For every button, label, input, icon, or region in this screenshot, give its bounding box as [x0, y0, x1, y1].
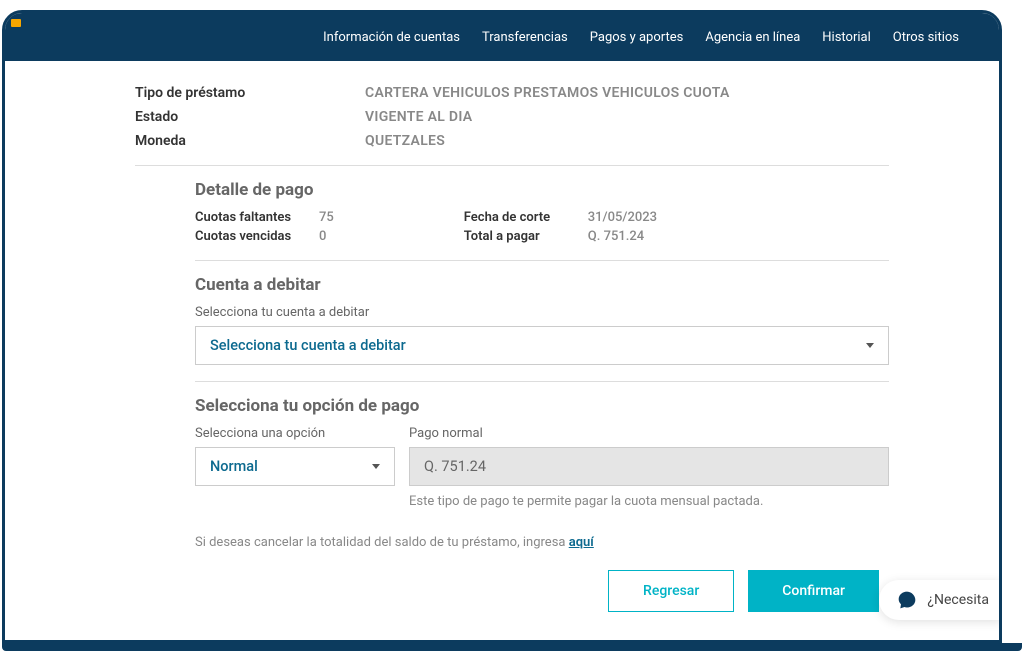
total-pay-label: Total a pagar: [464, 229, 574, 244]
loan-currency-row: Moneda QUETZALES: [135, 129, 889, 153]
total-pay-value: Q. 751.24: [588, 229, 644, 244]
confirm-button[interactable]: Confirmar: [748, 570, 879, 612]
chat-icon: [897, 590, 917, 610]
payment-amount-input: Q. 751.24: [409, 447, 889, 486]
debit-account-selected: Selecciona tu cuenta a debitar: [210, 337, 406, 354]
loan-status-value: VIGENTE AL DIA: [365, 109, 472, 125]
nav-item-agencia-linea[interactable]: Agencia en línea: [705, 30, 800, 45]
payment-amount-field-label: Pago normal: [409, 426, 889, 441]
payment-option-selected: Normal: [210, 458, 258, 475]
nav-item-pagos-aportes[interactable]: Pagos y aportes: [590, 30, 684, 45]
cancel-loan-note: Si deseas cancelar la totalidad del sald…: [195, 535, 889, 550]
chat-widget[interactable]: ¿Necesita: [879, 580, 1001, 620]
payment-option-field-label: Selecciona una opción: [195, 426, 395, 441]
app-window: Información de cuentas Transferencias Pa…: [2, 10, 1002, 643]
debit-account-select[interactable]: Selecciona tu cuenta a debitar: [195, 326, 889, 365]
main-nav: Información de cuentas Transferencias Pa…: [323, 30, 959, 45]
chevron-down-icon: [372, 464, 380, 469]
main-content: Tipo de préstamo CARTERA VEHICULOS PREST…: [5, 61, 999, 640]
laptop-base: [2, 643, 1022, 651]
back-button[interactable]: Regresar: [608, 570, 734, 612]
loan-status-row: Estado VIGENTE AL DIA: [135, 105, 889, 129]
loan-type-row: Tipo de préstamo CARTERA VEHICULOS PREST…: [135, 81, 889, 105]
divider: [195, 260, 889, 261]
cutoff-date-value: 31/05/2023: [588, 210, 657, 225]
payment-option-select[interactable]: Normal: [195, 447, 395, 486]
nav-item-info-cuentas[interactable]: Información de cuentas: [323, 30, 460, 45]
pending-quotas-label: Cuotas faltantes: [195, 210, 305, 225]
inner-panel: Detalle de pago Cuotas faltantes 75 Cuot…: [135, 166, 889, 612]
chat-widget-text: ¿Necesita: [927, 592, 989, 608]
overdue-quotas-label: Cuotas vencidas: [195, 229, 305, 244]
loan-type-label: Tipo de préstamo: [135, 85, 365, 101]
loan-status-label: Estado: [135, 109, 365, 125]
debit-account-field-label: Selecciona tu cuenta a debitar: [195, 305, 889, 320]
loan-type-value: CARTERA VEHICULOS PRESTAMOS VEHICULOS CU…: [365, 85, 730, 101]
section-title-cuenta-debitar: Cuenta a debitar: [195, 275, 889, 295]
detail-grid: Cuotas faltantes 75 Cuotas vencidas 0 Fe…: [195, 210, 889, 244]
cancel-loan-link[interactable]: aquí: [569, 535, 594, 550]
cancel-note-prefix: Si deseas cancelar la totalidad del sald…: [195, 535, 569, 550]
cutoff-date-label: Fecha de corte: [464, 210, 574, 225]
loan-currency-value: QUETZALES: [365, 133, 445, 149]
loan-currency-label: Moneda: [135, 133, 365, 149]
payment-option-help: Este tipo de pago te permite pagar la cu…: [409, 494, 889, 509]
divider: [195, 381, 889, 382]
nav-item-transferencias[interactable]: Transferencias: [482, 30, 568, 45]
chevron-down-icon: [866, 343, 874, 348]
pending-quotas-value: 75: [319, 210, 334, 225]
nav-item-otros-sitios[interactable]: Otros sitios: [893, 30, 959, 45]
action-buttons: Regresar Confirmar: [195, 570, 889, 612]
overdue-quotas-value: 0: [319, 229, 326, 244]
nav-item-historial[interactable]: Historial: [822, 30, 870, 45]
top-nav-bar: Información de cuentas Transferencias Pa…: [5, 13, 999, 61]
browser-tab-indicator: [11, 19, 21, 27]
section-title-opcion-pago: Selecciona tu opción de pago: [195, 396, 889, 416]
section-title-detalle: Detalle de pago: [195, 180, 889, 200]
